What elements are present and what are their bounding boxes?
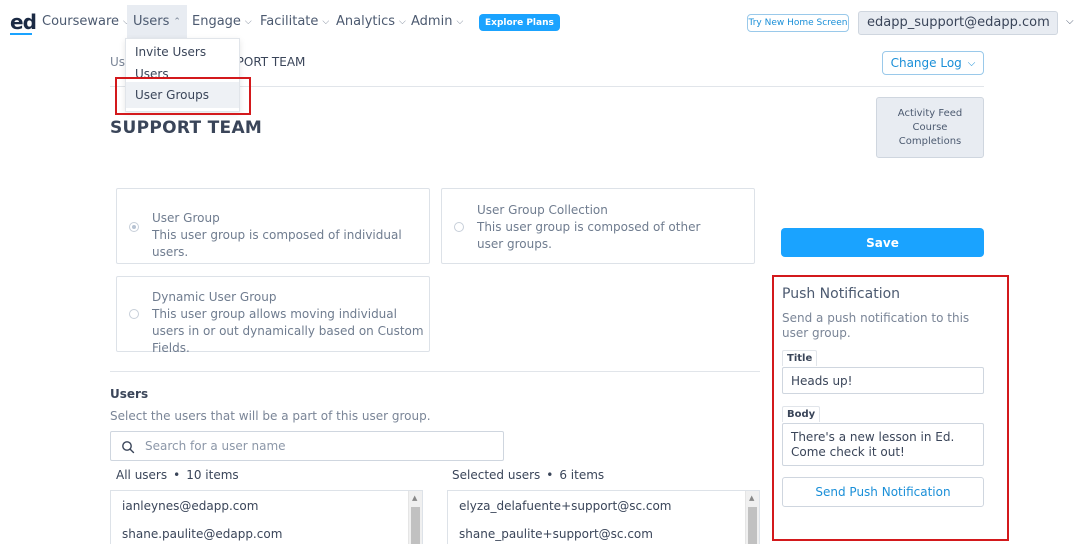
menu-item-invite-users[interactable]: Invite Users <box>135 45 206 59</box>
nav-users-label: Users <box>133 14 170 29</box>
all-users-label-text: All users <box>116 468 168 482</box>
selected-users-label-text: Selected users <box>452 468 541 482</box>
highlight-box-push-notification <box>772 275 1009 541</box>
divider <box>110 371 760 372</box>
nav-analytics-label: Analytics <box>336 14 396 29</box>
nav-engage[interactable]: Engage ⌵ <box>186 5 258 38</box>
nav-courseware-label: Courseware <box>42 14 120 29</box>
page-title: SUPPORT TEAM <box>110 118 263 138</box>
scroll-up-icon[interactable]: ▲ <box>412 494 417 502</box>
user-search-box[interactable] <box>110 431 504 461</box>
user-search-input[interactable] <box>145 437 485 455</box>
nav-engage-label: Engage <box>192 14 241 29</box>
scrollbar[interactable]: ▲ <box>408 491 422 544</box>
card-title: Dynamic User Group <box>152 290 277 304</box>
account-email-select[interactable]: edapp_support@edapp.com <box>858 11 1058 35</box>
radio-user-group[interactable] <box>129 222 139 232</box>
nav-admin[interactable]: Admin ⌵ <box>405 5 469 38</box>
selected-users-count: 6 items <box>559 468 605 482</box>
explore-plans-button[interactable]: Explore Plans <box>479 14 560 31</box>
scroll-up-icon[interactable]: ▲ <box>749 494 754 502</box>
card-title: User Group <box>152 211 220 225</box>
group-type-card-collection[interactable]: User Group Collection This user group is… <box>441 188 755 264</box>
chevron-down-icon: ⌵ <box>244 16 252 27</box>
save-button[interactable]: Save <box>781 228 984 257</box>
list-item[interactable]: elyza_delafuente+support@sc.com <box>459 499 671 513</box>
chevron-down-icon: ⌵ <box>456 16 464 27</box>
activity-feed-line: Course <box>912 121 948 133</box>
activity-feed-line: Activity Feed <box>897 107 963 119</box>
scroll-thumb[interactable] <box>411 507 420 544</box>
search-icon <box>121 439 135 458</box>
nav-facilitate-label: Facilitate <box>260 14 319 29</box>
activity-feed-button[interactable]: Activity Feed Course Completions <box>876 97 984 158</box>
all-users-label: All users • 10 items <box>116 468 239 482</box>
nav-facilitate[interactable]: Facilitate ⌵ <box>254 5 335 38</box>
radio-dynamic-user-group[interactable] <box>129 309 139 319</box>
all-users-count: 10 items <box>186 468 239 482</box>
chevron-down-icon: ⌵ <box>967 57 976 69</box>
chevron-up-icon: ⌃ <box>173 16 181 27</box>
scrollbar[interactable]: ▲ <box>745 491 759 544</box>
all-users-list[interactable]: ianleynes@edapp.com shane.paulite@edapp.… <box>110 490 423 544</box>
chevron-down-icon[interactable]: ⌵ <box>1066 16 1074 27</box>
list-item[interactable]: shane_paulite+support@sc.com <box>459 527 653 541</box>
activity-feed-line: Completions <box>898 135 962 147</box>
nav-courseware[interactable]: Courseware⌵ <box>36 5 136 38</box>
card-title: User Group Collection <box>477 203 608 217</box>
card-description: This user group allows moving individual… <box>152 307 424 355</box>
radio-user-group-collection[interactable] <box>454 222 464 232</box>
nav-analytics[interactable]: Analytics ⌵ <box>330 5 412 38</box>
card-description: This user group is composed of individua… <box>152 228 402 259</box>
group-type-card-user-group[interactable]: User Group This user group is composed o… <box>116 188 430 264</box>
change-log-label: Change Log <box>890 56 962 70</box>
selected-users-list[interactable]: elyza_delafuente+support@sc.com shane_pa… <box>447 490 760 544</box>
card-description: This user group is composed of other use… <box>477 220 701 251</box>
scroll-thumb[interactable] <box>748 507 757 544</box>
change-log-button[interactable]: Change Log ⌵ <box>882 51 984 75</box>
group-type-card-dynamic[interactable]: Dynamic User Group This user group allow… <box>116 276 430 355</box>
list-item[interactable]: ianleynes@edapp.com <box>122 499 258 513</box>
nav-admin-label: Admin <box>411 14 453 29</box>
try-new-home-screen-button[interactable]: Try New Home Screen <box>747 14 849 32</box>
list-item[interactable]: shane.paulite@edapp.com <box>122 527 282 541</box>
menu-item-users[interactable]: Users <box>135 67 169 77</box>
selected-users-label: Selected users • 6 items <box>452 468 605 482</box>
ed-logo[interactable]: ed <box>10 10 37 35</box>
nav-users[interactable]: Users ⌃ <box>127 5 187 38</box>
highlight-box-user-groups <box>115 77 251 115</box>
chevron-down-icon: ⌵ <box>322 16 330 27</box>
users-subtitle: Select the users that will be a part of … <box>110 409 431 423</box>
users-heading: Users <box>110 387 149 401</box>
